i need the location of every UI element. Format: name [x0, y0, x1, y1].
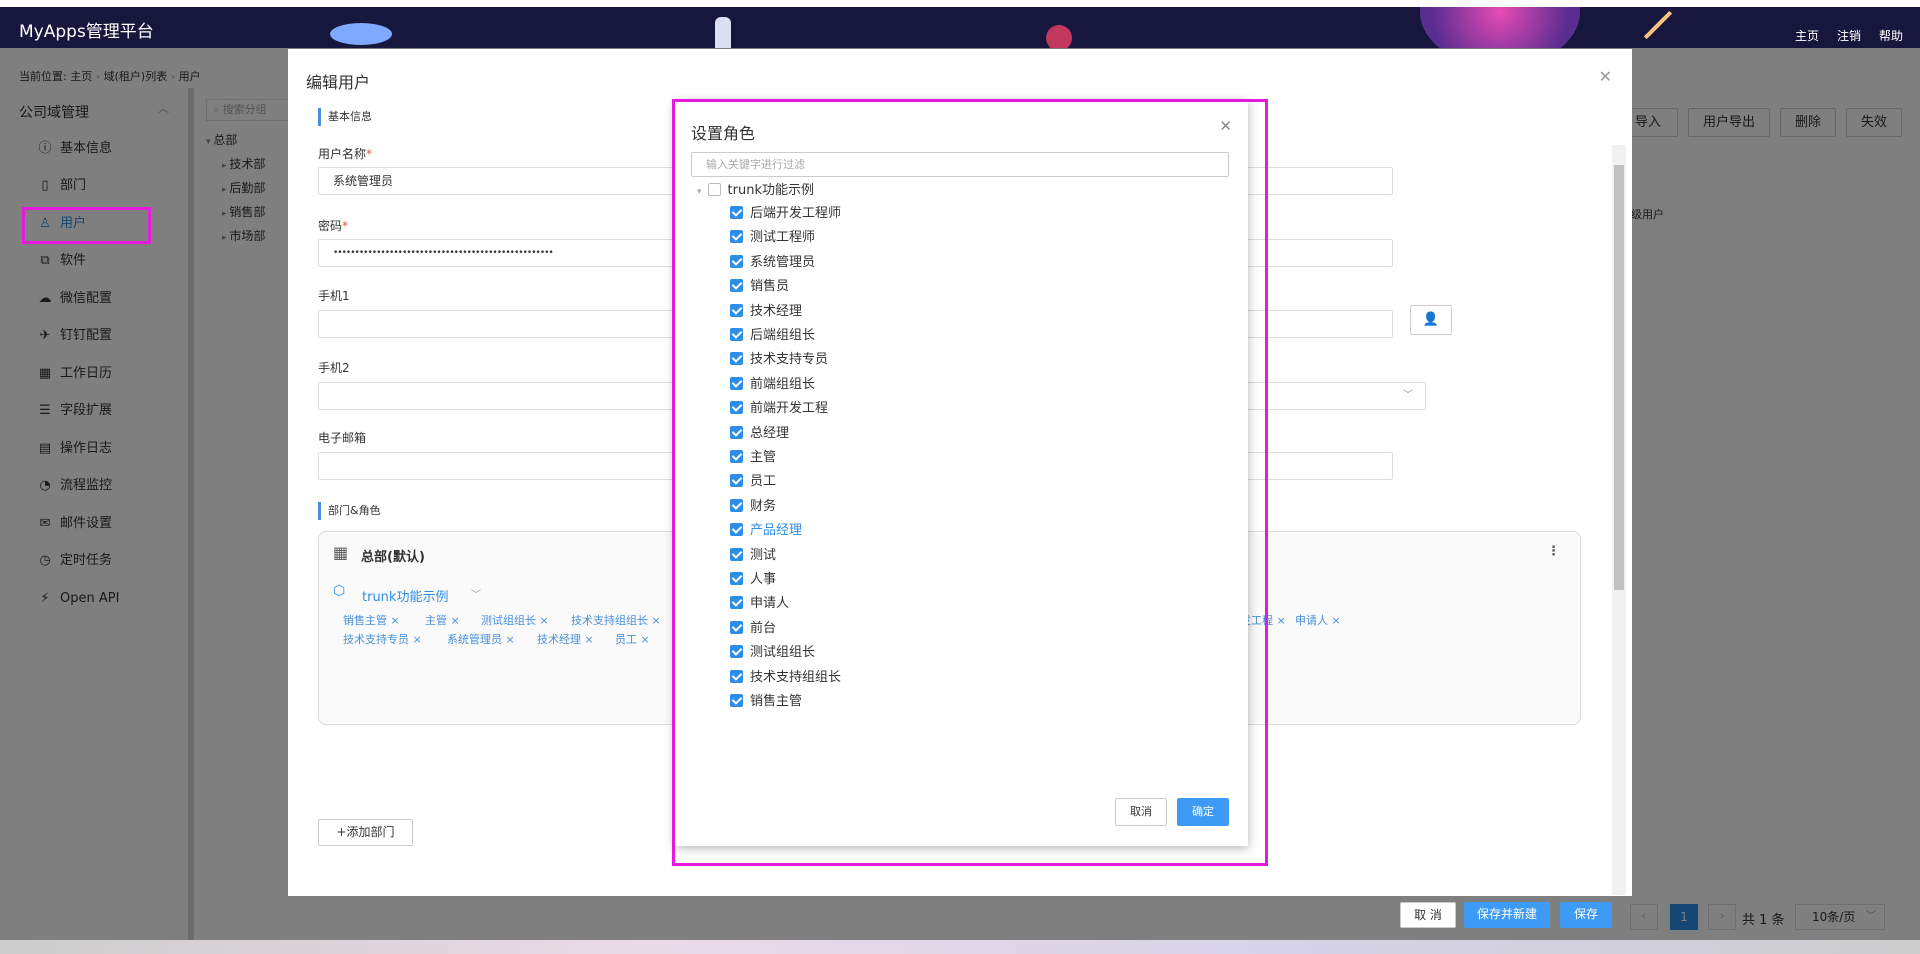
- more-vertical-icon[interactable]: ⋮: [1547, 544, 1560, 559]
- chevron-down-icon[interactable]: ﹀: [471, 586, 481, 601]
- required-mark: *: [366, 147, 373, 161]
- password-label: 密码*: [318, 219, 349, 233]
- user-select-button[interactable]: 👤: [1410, 305, 1452, 335]
- save-and-new-button[interactable]: 保存并新建: [1464, 902, 1550, 928]
- header-art-planet: [1046, 25, 1072, 48]
- role-tag: 申请人 ×: [1295, 614, 1341, 627]
- edit-dialog-scrollbar[interactable]: [1612, 145, 1626, 895]
- role-tag: 系统管理员 ×: [447, 633, 515, 646]
- header-art-nebula: [1420, 7, 1580, 48]
- chevron-down-icon: ﹀: [1403, 390, 1413, 401]
- close-icon[interactable]: ✕: [1599, 67, 1612, 86]
- highlight-box-role-dialog: [672, 99, 1268, 866]
- app-header: MyApps管理平台 主页 注销 帮助: [0, 7, 1920, 48]
- highlight-box-users: [22, 207, 151, 244]
- role-tag: 测试组组长 ×: [481, 614, 549, 627]
- role-tag: 销售主管 ×: [343, 614, 400, 627]
- app-title: MyApps管理平台: [19, 22, 154, 42]
- role-tag: 主管 ×: [425, 614, 460, 627]
- role-tag: 技术支持专员 ×: [343, 633, 422, 646]
- username-label: 用户名称*: [318, 147, 373, 161]
- edit-cancel-button[interactable]: 取 消: [1400, 902, 1456, 928]
- section-dept-roles: 部门&角色: [318, 502, 381, 520]
- nav-help-link[interactable]: 帮助: [1879, 27, 1903, 44]
- user-icon: 👤: [1422, 312, 1440, 327]
- role-tag: 员工 ×: [615, 633, 650, 646]
- role-tag: 技术支持组组长 ×: [571, 614, 661, 627]
- header-art-comet: [1643, 10, 1673, 40]
- email-label: 电子邮箱: [318, 431, 367, 445]
- dept-name: 总部(默认): [361, 550, 425, 565]
- nav-home-link[interactable]: 主页: [1795, 27, 1819, 44]
- taskbar-strip: [0, 940, 1920, 954]
- phone1-label: 手机1: [318, 289, 350, 303]
- top-strip: [0, 0, 1920, 7]
- role-tag: 技术经理 ×: [537, 633, 594, 646]
- scrollbar-thumb[interactable]: [1614, 165, 1624, 590]
- save-button[interactable]: 保存: [1560, 902, 1612, 928]
- header-art-tower: [715, 17, 731, 48]
- section-basic-info: 基本信息: [318, 108, 372, 126]
- edit-dialog-title: 编辑用户: [306, 73, 371, 92]
- phone2-label: 手机2: [318, 361, 350, 375]
- nav-logout-link[interactable]: 注销: [1837, 27, 1861, 44]
- app-name: trunk功能示例: [362, 590, 449, 605]
- required-mark: *: [342, 219, 349, 233]
- header-art-airship: [330, 23, 392, 45]
- cube-icon: ⬡: [333, 583, 346, 599]
- add-department-button[interactable]: +添加部门: [318, 819, 413, 846]
- building-icon: ▦: [333, 543, 349, 562]
